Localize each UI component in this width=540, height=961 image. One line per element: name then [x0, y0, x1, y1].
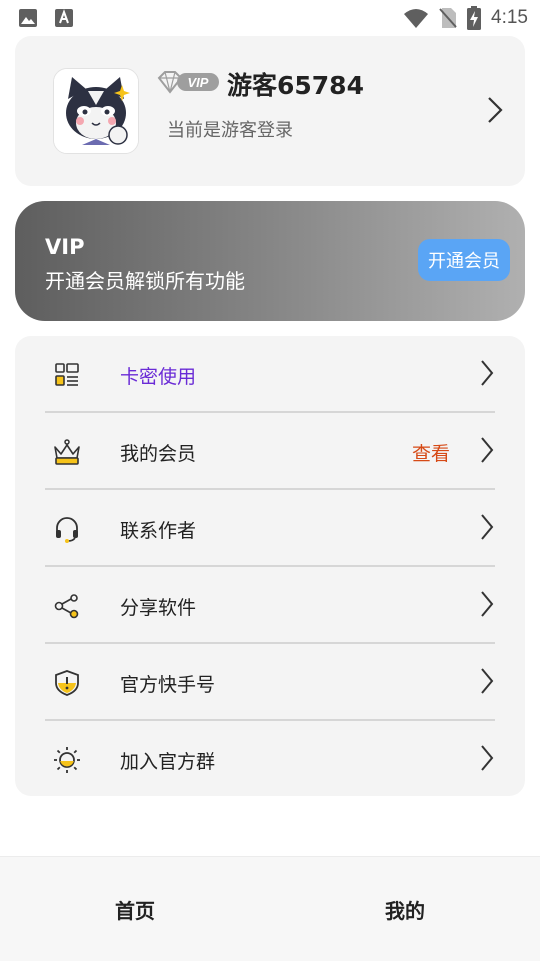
image-icon: [19, 9, 37, 27]
menu-item-label: 我的会员: [120, 443, 197, 465]
vip-title: VIP: [45, 235, 85, 259]
chevron-right-icon: [481, 745, 494, 771]
menu-item-label: 加入官方群: [120, 751, 216, 773]
menu-item-label: 联系作者: [120, 520, 197, 542]
chevron-right-icon[interactable]: [487, 96, 503, 124]
avatar[interactable]: [53, 68, 139, 154]
open-membership-button[interactable]: 开通会员: [418, 239, 510, 281]
status-bar: 4:15: [0, 0, 540, 36]
bottom-navigation: 首页 我的: [0, 856, 540, 961]
diamond-vip-icon: VIP: [157, 71, 219, 94]
login-state-text: 当前是游客登录: [167, 120, 293, 141]
vip-subtitle: 开通会员解锁所有功能: [45, 269, 245, 293]
chevron-right-icon: [481, 437, 494, 463]
chevron-right-icon: [481, 514, 494, 540]
menu-item-label: 分享软件: [120, 597, 197, 619]
sun-group-icon: [54, 747, 80, 773]
chevron-right-icon: [481, 591, 494, 617]
menu-card: 卡密使用 我的会员 查看 联系作者 分享软件 官方快手号 加入官方群: [15, 336, 525, 796]
clock-time: 4:15: [491, 7, 528, 28]
vip-badge: VIP: [157, 70, 221, 98]
menu-item-my-membership[interactable]: 我的会员 查看: [15, 413, 525, 490]
svg-text:VIP: VIP: [188, 75, 209, 90]
chevron-right-icon: [481, 360, 494, 386]
profile-card[interactable]: VIP 游客65784 当前是游客登录: [15, 36, 525, 186]
cat-avatar-image: [54, 69, 138, 153]
battery-charging-icon: [467, 6, 482, 30]
tab-mine[interactable]: 我的: [385, 895, 425, 924]
menu-item-contact-author[interactable]: 联系作者: [15, 490, 525, 567]
view-link[interactable]: 查看: [412, 439, 450, 466]
vip-banner: VIP 开通会员解锁所有功能 开通会员: [15, 201, 525, 321]
font-icon: [55, 9, 73, 27]
card-code-icon: [55, 363, 79, 386]
crown-icon: [54, 439, 80, 465]
chevron-right-icon: [481, 668, 494, 694]
wifi-icon: [404, 9, 429, 28]
shield-alert-icon: [55, 670, 79, 696]
menu-item-card-code[interactable]: 卡密使用: [15, 336, 525, 413]
menu-item-official-kuaishou[interactable]: 官方快手号: [15, 644, 525, 721]
menu-item-label: 卡密使用: [120, 366, 197, 388]
username: 游客65784: [227, 71, 364, 100]
tab-home[interactable]: 首页: [115, 895, 155, 924]
menu-item-join-group[interactable]: 加入官方群: [15, 721, 525, 798]
share-icon: [54, 594, 79, 619]
menu-item-share-app[interactable]: 分享软件: [15, 567, 525, 644]
headset-icon: [56, 517, 78, 543]
menu-item-label: 官方快手号: [120, 674, 216, 696]
no-sim-icon: [439, 8, 457, 28]
